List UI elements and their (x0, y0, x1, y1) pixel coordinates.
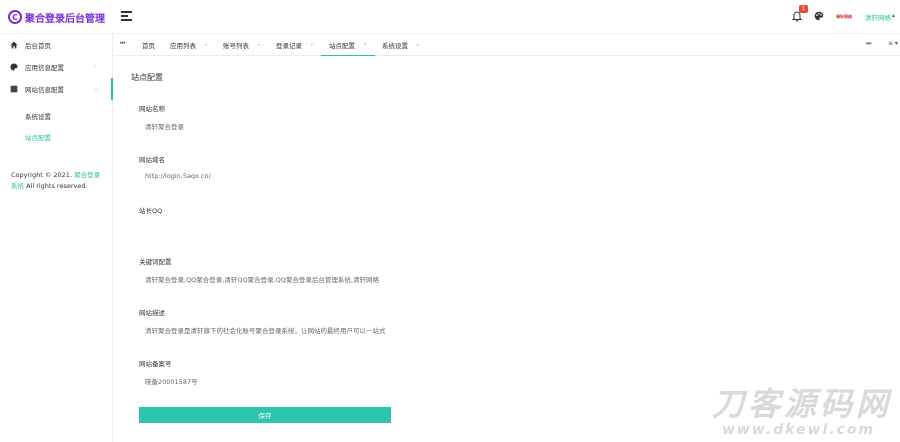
notification-badge: 1 (799, 5, 808, 13)
sidebar: 后台首页 应用信息配置 ‹ 网站信息配置 ⌄ 系统设置 站点配置 Copyrig… (0, 34, 113, 442)
sidebar-item-site-config[interactable]: 网站信息配置 ⌄ (0, 78, 113, 100)
tab-label: 首页 (142, 42, 155, 50)
sidebar-item-app-config[interactable]: 应用信息配置 ‹ (0, 56, 113, 78)
sidebar-item-label: 网站信息配置 (25, 86, 64, 94)
menu-toggle-icon[interactable] (121, 11, 132, 21)
field-label-keywords: 关键词配置 (139, 258, 172, 266)
tab-label: 应用列表 (170, 42, 196, 50)
chevron-left-icon: ‹ (94, 64, 96, 70)
field-label-description: 网站描述 (139, 309, 165, 317)
tab-close-icon[interactable]: • (363, 41, 367, 48)
watermark-url: www.dkewl.com (722, 422, 876, 438)
field-label-qq: 站长QQ (139, 207, 163, 215)
tab-menu-icon[interactable]: ≡ ▾ (888, 40, 898, 47)
square-icon (10, 85, 18, 93)
active-indicator (111, 78, 113, 100)
tab-close-icon[interactable]: • (310, 42, 314, 49)
site-name-input[interactable]: 清轩聚合登录 (145, 121, 385, 131)
copyright-prefix: Copyright © 2021. (11, 171, 75, 179)
sidebar-subitem-site[interactable]: 站点配置 (25, 132, 51, 142)
tab-home[interactable]: 首页 (142, 34, 155, 56)
icp-input[interactable]: 晓备20001587号 (145, 376, 385, 386)
logo-icon: C (8, 10, 22, 24)
sidebar-item-label: 应用信息配置 (25, 64, 64, 72)
tab-system-settings[interactable]: 系统设置 • (382, 34, 420, 56)
tab-close-icon[interactable]: • (416, 42, 420, 49)
keywords-input[interactable]: 清轩聚合登录,QQ聚合登录,清轩QQ聚合登录,QQ聚合登录后台管理系统,清轩网络 (145, 274, 385, 284)
domain-input[interactable]: http://login.5aqx.cn/ (145, 172, 385, 180)
palette-icon (10, 63, 18, 71)
field-label-icp: 网站备案号 (139, 360, 172, 368)
watermark-title: 刀客源码网 (712, 385, 893, 423)
tab-login-records[interactable]: 登录记录 • (276, 34, 314, 56)
caret-up-icon[interactable]: ▴ (892, 12, 895, 19)
description-input[interactable]: 清轩聚合登录是清轩旗下的社会化账号聚合登录系统，让网站的最终用户可以一站式 (145, 325, 385, 335)
scroll-left-icon[interactable]: ⏮ (120, 40, 125, 48)
app-logo[interactable]: C 聚合登录后台管理 (8, 9, 105, 25)
copyright: Copyright © 2021. 聚合登录系统 All rights rese… (11, 170, 103, 192)
save-button[interactable]: 保存 (139, 407, 391, 423)
tab-close-icon[interactable]: • (204, 42, 208, 49)
home-icon (10, 41, 18, 49)
user-name[interactable]: 清轩网络 (865, 12, 891, 22)
top-header: C 聚合登录后台管理 1 清轩网络 清轩网络 ▴ (0, 0, 900, 34)
tab-label: 系统设置 (382, 42, 408, 50)
field-label-domain: 网站域名 (139, 156, 165, 164)
field-label-site-name: 网站名称 (139, 105, 165, 113)
sidebar-subitem-system[interactable]: 系统设置 (25, 111, 51, 121)
palette-icon[interactable] (814, 11, 824, 21)
tab-account-list[interactable]: 账号列表 • (223, 34, 261, 56)
tab-label: 登录记录 (276, 42, 302, 50)
scroll-right-icon[interactable]: ⏭ (866, 40, 871, 48)
tab-app-list[interactable]: 应用列表 • (170, 34, 208, 56)
avatar[interactable]: 清轩网络 (836, 11, 860, 22)
chevron-down-icon: ⌄ (94, 86, 99, 92)
tab-label: 账号列表 (223, 42, 249, 50)
copyright-suffix: All rights reserved. (24, 182, 88, 190)
app-title: 聚合登录后台管理 (25, 13, 105, 25)
tab-label: 站点配置 (329, 41, 355, 50)
page-title: 站点配置 (131, 73, 163, 82)
tab-close-icon[interactable]: • (257, 42, 261, 49)
sidebar-item-label: 后台首页 (25, 42, 51, 50)
tab-site-config[interactable]: 站点配置 • (321, 34, 375, 56)
qq-input[interactable] (145, 223, 385, 233)
tab-bar: ⏮ 首页 应用列表 • 账号列表 • 登录记录 • 站点配置 • 系统设置 • … (114, 34, 900, 56)
watermark: 刀客源码网 www.dkewl.com (712, 386, 892, 442)
sidebar-item-home[interactable]: 后台首页 (0, 34, 113, 56)
